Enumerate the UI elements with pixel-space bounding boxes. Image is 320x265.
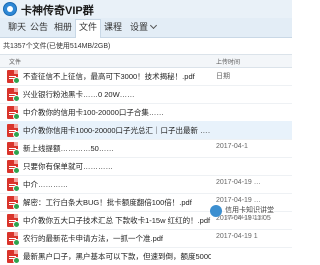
download-badge-icon	[13, 149, 20, 156]
table-row[interactable]: 中介教你信用卡1000-20000口子光总汇｜口子出最新 ……	[0, 121, 292, 140]
file-name[interactable]: 只要你有保单就可…………	[23, 161, 211, 172]
download-badge-icon	[13, 113, 20, 120]
table-row[interactable]: 最新黑户口子，黑户基本可以下款，但速到倒，额度5000！.pdf	[0, 247, 292, 265]
download-badge-icon	[13, 131, 20, 138]
file-name[interactable]: 中介教你信用卡1000-20000口子光总汇｜口子出最新 ……	[23, 125, 211, 136]
file-name[interactable]: 中介教你的信用卡100-20000口子合集……	[23, 107, 211, 118]
download-badge-icon	[13, 203, 20, 210]
tab-announcement[interactable]: 公告	[28, 20, 50, 35]
tab-settings[interactable]: 设置	[127, 20, 159, 35]
download-badge-icon	[13, 77, 20, 84]
file-name[interactable]: 中介教你五大口子技术汇总 下款收卡1-15w 红红的！.pdf	[23, 215, 211, 226]
title-bar: 卡神传奇VIP群	[0, 0, 292, 18]
upload-date: 日期	[216, 73, 230, 80]
file-name[interactable]: 新上线提额…………50……	[23, 143, 211, 154]
table-row[interactable]: 只要你有保单就可…………	[0, 157, 292, 176]
file-name[interactable]: 解密：工行白条大BUG！批卡额度翻倍100倍！.pdf	[23, 197, 211, 208]
upload-date: 2017-04-19 1	[216, 233, 258, 240]
chevron-down-icon	[149, 21, 158, 30]
upload-date: 2017-04-1	[216, 143, 248, 150]
tab-settings-label: 设置	[129, 22, 148, 32]
table-row[interactable]: 中介………… 2017-04-19 …	[0, 175, 292, 194]
column-header-file[interactable]: 文件	[9, 57, 21, 66]
tab-files[interactable]: 文件	[75, 19, 101, 38]
table-header: 文件 上传时间	[0, 54, 292, 68]
download-badge-icon	[13, 221, 20, 228]
table-row[interactable]: 新上线提额…………50…… 2017-04-1	[0, 139, 292, 158]
table-row[interactable]: 不查征信不上征信，最高可下3000！技术揭秘！.pdf 日期	[0, 67, 292, 86]
file-name[interactable]: 兴业银行粉池黑卡……0 20W……	[23, 89, 211, 100]
download-badge-icon	[13, 167, 20, 174]
file-name[interactable]: 不查征信不上征信，最高可下3000！技术揭秘！.pdf	[23, 71, 211, 82]
watermark: 信用卡知识讲堂 2017-04-19 11:32	[210, 203, 292, 224]
file-name[interactable]: 最新黑户口子，黑户基本可以下款，但速到倒，额度5000！.pdf	[23, 251, 211, 262]
download-badge-icon	[13, 185, 20, 192]
download-badge-icon	[13, 239, 20, 246]
download-badge-icon	[13, 95, 20, 102]
table-row[interactable]: 中介教你的信用卡100-20000口子合集……	[0, 103, 292, 122]
table-row[interactable]: 兴业银行粉池黑卡……0 20W……	[0, 85, 292, 104]
group-logo-icon	[3, 2, 17, 16]
download-badge-icon	[13, 257, 20, 264]
window-title: 卡神传奇VIP群	[21, 5, 94, 17]
tab-album[interactable]: 相册	[52, 20, 74, 35]
watermark-timestamp: 2017-04-19 11:32	[225, 215, 265, 221]
file-name[interactable]: 农行的最新花卡申请方法，一抓一个准.pdf	[23, 233, 211, 244]
tab-courses[interactable]: 课程	[101, 20, 125, 35]
watermark-text: 信用卡知识讲堂	[225, 205, 274, 215]
tab-bar: 聊天 公告 相册 文件 课程 设置	[0, 18, 292, 38]
tab-chat[interactable]: 聊天	[6, 20, 28, 35]
upload-date: 2017-04-19 …	[216, 179, 261, 186]
table-row[interactable]: 农行的最新花卡申请方法，一抓一个准.pdf 2017-04-19 1	[0, 229, 292, 248]
file-summary: 共1357个文件(已使用514MB/2GB)	[3, 43, 111, 50]
column-header-date[interactable]: 上传时间	[216, 57, 240, 66]
watermark-logo-icon	[210, 205, 222, 217]
file-name[interactable]: 中介…………	[23, 179, 211, 190]
